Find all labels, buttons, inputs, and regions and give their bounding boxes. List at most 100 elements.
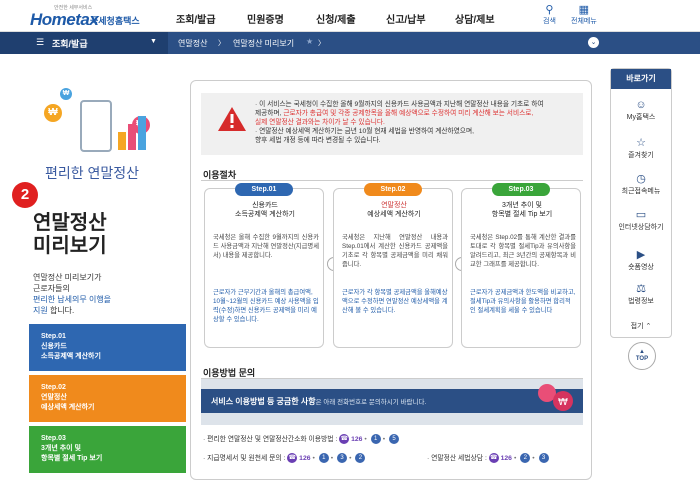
nav-report-pay[interactable]: 신고/납부 <box>386 11 426 26</box>
step-pill: Step.03 <box>492 183 550 196</box>
bar-graphic <box>118 132 126 150</box>
quick-recent-menu[interactable]: ◷ 최근접속메뉴 <box>611 173 671 196</box>
bar-graphic <box>138 116 146 150</box>
gavel-icon: ⚖ <box>636 283 646 295</box>
tel-number: 126 <box>500 455 512 462</box>
menu-number-badge: 5 <box>388 434 399 445</box>
inquiry-banner: 서비스 이용방법 등 궁금한 사항은 아래 전화번호로 문의하시기 바랍니다. … <box>201 379 583 425</box>
top-header: 안전한 세무서비스 Hometax 국세청홈택스 조회/발급 민원증명 신청/제… <box>0 0 700 32</box>
play-icon: ▶ <box>636 249 646 261</box>
step-card-title: 연말정산 예상세액 계산하기 <box>338 201 450 219</box>
nav-consult-report[interactable]: 상담/제보 <box>455 11 495 26</box>
search-icon: ⚲ <box>545 4 554 16</box>
step-card-title-line1: 연말정산 <box>381 202 407 209</box>
quick-item-label: 법령정보 <box>628 298 654 305</box>
left-description: 연말정산 미리보기가 근로자들의 편리한 납세의무 이행을 지원 합니다. <box>33 272 111 316</box>
menu-number-badge: 1 <box>370 434 381 445</box>
menu-dropdown[interactable]: ☰ 조회/발급 ▼ <box>0 32 168 54</box>
step-card-title-line2: 항목별 절세 Tip 보기 <box>491 211 553 218</box>
quick-law-info[interactable]: ⚖ 법령정보 <box>611 283 671 306</box>
quick-my-hometax[interactable]: ☺ My홈택스 <box>611 99 671 122</box>
breadcrumb-year-end[interactable]: 연말정산 <box>178 38 207 49</box>
hero-illustration: ₩ ₩ ₩ <box>44 86 154 160</box>
hamburger-icon: ☰ <box>36 37 45 47</box>
phone-icon: ☎ <box>287 453 298 464</box>
warning-icon <box>218 107 246 131</box>
divider <box>201 180 583 181</box>
step-card-title-line1: 3개년 추이 및 <box>502 202 542 209</box>
search-button[interactable]: ⚲ 검색 <box>543 4 556 26</box>
tel-number: 126 <box>351 436 363 443</box>
inquiry-label: · 지급명세서 및 원천세 문의 : <box>203 455 286 462</box>
scroll-top-button[interactable]: ▲ TOP <box>628 342 656 370</box>
notice-box: · 이 서비스는 국세청이 수집한 올해 9월까지의 신용카드 사용금액과 지난… <box>201 93 583 155</box>
left-step-1-button[interactable]: Step.01 신용카드 소득공제액 계산하기 <box>29 324 186 371</box>
quick-short-video[interactable]: ▶ 숏폼영상 <box>611 249 671 272</box>
desc-line2: 근로자들의 <box>33 284 70 293</box>
quick-item-label: 최근접속메뉴 <box>621 188 661 195</box>
all-menu-label: 전체메뉴 <box>571 18 597 25</box>
step-card-body: 국세청은 Step.02를 통해 계산한 결과를 토대로 각 항목별 절세Tip… <box>470 234 576 268</box>
quick-fold-button[interactable]: 접기 ⌃ <box>611 321 671 331</box>
step-label: 3개년 추이 및 <box>41 445 81 452</box>
step-card-3: Step.03 3개년 추이 및 항목별 절세 Tip 보기 국세청은 Step… <box>461 183 581 348</box>
menu-number-badge: 2 <box>520 453 531 464</box>
triangle-down-icon: ▼ <box>150 38 157 45</box>
menu-dropdown-label: 조회/발급 <box>52 39 88 49</box>
page-title-line1: 연말정산 <box>33 212 107 234</box>
quick-links-panel: 바로가기 ☺ My홈택스 ☆ 즐겨찾기 ◷ 최근접속메뉴 ▭ 인터넷상담하기 ▶… <box>610 68 672 338</box>
coin-icon: ₩ <box>60 88 72 100</box>
left-step-3-button[interactable]: Step.03 3개년 추이 및 항목별 절세 Tip 보기 <box>29 426 186 473</box>
menu-number-badge: 3 <box>538 453 549 464</box>
step-label: 항목별 절세 Tip 보기 <box>41 455 103 462</box>
desc-line1: 연말정산 미리보기가 <box>33 273 102 282</box>
phone-icon <box>80 100 112 152</box>
phone-icon: ☎ <box>488 453 499 464</box>
step-card-2: Step.02 연말정산 예상세액 계산하기 국세청은 지난해 연말정산 내용과… <box>333 183 453 348</box>
history-icon: ◷ <box>636 173 646 185</box>
breadcrumb-preview[interactable]: 연말정산 미리보기 <box>233 38 294 49</box>
coin-icon: ₩ <box>44 104 62 122</box>
step-number-badge: 2 <box>12 182 38 208</box>
banner-text: 서비스 이용방법 등 궁금한 사항은 아래 전화번호로 문의하시기 바랍니다. <box>211 396 426 407</box>
desc-line4b: 합니다. <box>47 306 75 315</box>
chevron-down-icon[interactable]: ⌄ <box>588 37 599 48</box>
notice-text: · 이 서비스는 국세청이 수집한 올해 9월까지의 신용카드 사용금액과 지난… <box>255 100 581 145</box>
notice-line2b: 근로자가 총급여 및 각종 공제항목을 올해 예상액으로 수정하여 미리 계산해… <box>283 110 534 117</box>
banner-rest: 은 아래 전화번호로 문의하시기 바랍니다. <box>315 399 427 406</box>
tel-number: 126 <box>299 455 311 462</box>
coin-stack-icon: ₩ <box>538 384 573 411</box>
search-label: 검색 <box>543 18 556 25</box>
inquiry-row-2: · 지급명세서 및 원천세 문의 : ☎ 126 • 1 • 3 • 2 <box>203 452 366 464</box>
quick-item-label: 숏폼영상 <box>628 264 654 271</box>
step-card-body: 국세청은 지난해 연말정산 내용과 Step.01에서 계산한 신용카드 공제액… <box>342 234 448 268</box>
step-card-note: 근로자가 근무기간과 올해의 총급여액, 10월~12월의 신용카드 예상 사용… <box>213 289 319 323</box>
caret-up-icon: ▲ <box>639 349 645 355</box>
breadcrumb-bar: ☰ 조회/발급 ▼ 연말정산 〉 연말정산 미리보기 ★ 〉 ⌄ <box>0 32 700 54</box>
quick-item-label: 인터넷상담하기 <box>618 224 664 231</box>
all-menu-button[interactable]: ▦ 전체메뉴 <box>571 4 597 26</box>
quick-favorites[interactable]: ☆ 즐겨찾기 <box>611 137 671 160</box>
nav-inquiry-issue[interactable]: 조회/발급 <box>176 11 216 26</box>
quick-online-consult[interactable]: ▭ 인터넷상담하기 <box>611 209 671 232</box>
step-card-title: 3개년 추이 및 항목별 절세 Tip 보기 <box>466 201 578 219</box>
inquiry-label: · 연말정산 세법상담 : <box>427 455 487 462</box>
menu-number-badge: 3 <box>337 453 348 464</box>
nav-apply-submit[interactable]: 신청/제출 <box>316 11 356 26</box>
step-card-note: 근로자가 공제금액과 한도액을 비교하고, 절세Tip과 유의사항을 활용하면 … <box>470 289 576 314</box>
step-card-title-line2: 예상세액 계산하기 <box>367 211 421 218</box>
step-label: 신용카드 <box>41 343 67 350</box>
nav-civil-certificate[interactable]: 민원증명 <box>247 11 284 26</box>
star-icon[interactable]: ★ <box>306 37 313 46</box>
step-label: Step.03 <box>41 435 66 442</box>
step-pill: Step.01 <box>235 183 293 196</box>
chevron-right-icon: 〉 <box>218 40 225 47</box>
step-card-title: 신용카드 소득공제액 계산하기 <box>209 201 321 219</box>
logo-main: Hometax <box>30 10 99 29</box>
hometax-logo[interactable]: 안전한 세무서비스 Hometax 국세청홈택스 <box>30 4 140 29</box>
banner-bold: 서비스 이용방법 등 궁금한 사항 <box>211 397 316 406</box>
step-card-title-line2: 소득공제액 계산하기 <box>235 211 295 218</box>
step-label: Step.01 <box>41 333 66 340</box>
left-step-2-button[interactable]: Step.02 연말정산 예상세액 계산하기 <box>29 375 186 422</box>
fold-label: 접기 <box>630 323 644 330</box>
